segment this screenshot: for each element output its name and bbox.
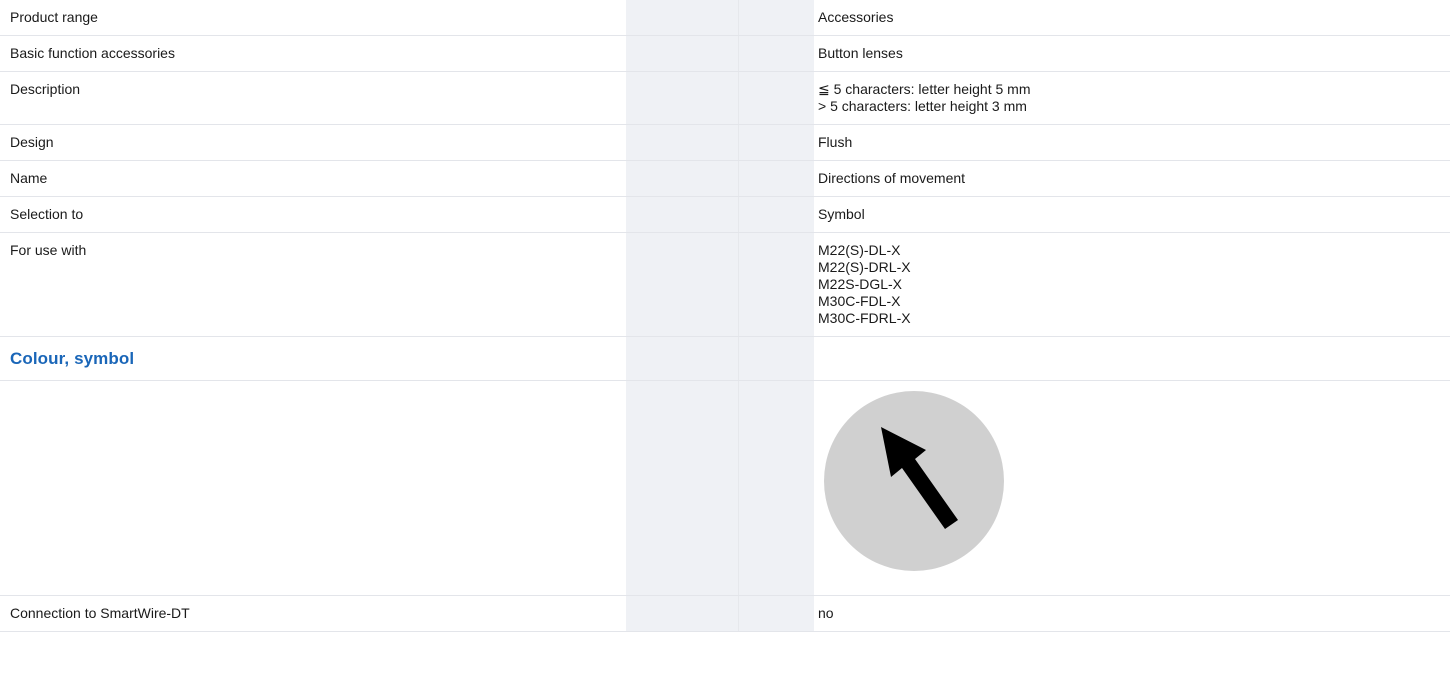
table-row: Name Directions of movement [0,161,1450,197]
symbol-cell [814,381,1450,595]
section-header-row: Colour, symbol [0,337,1450,381]
table-row: For use with M22(S)-DL-X M22(S)-DRL-X M2… [0,233,1450,337]
row-label: For use with [10,242,87,258]
row-value: Flush [814,125,1450,160]
table-row: Connection to SmartWire-DT no [0,596,1450,632]
value-line: Flush [818,134,853,150]
row-label: Basic function accessories [10,45,175,61]
spacer-column [626,233,738,336]
spacer-column [626,381,738,595]
table-row: Basic function accessories Button lenses [0,36,1450,72]
row-label: Product range [10,9,98,25]
spacer-column [626,0,738,35]
table-row: Product range Accessories [0,0,1450,36]
symbol-image [814,381,1450,595]
spacer-column [738,233,814,336]
value-line: ≦ 5 characters: letter height 5 mm [818,81,1031,97]
symbol-row [0,381,1450,596]
spacer-column [626,125,738,160]
spacer-column [626,197,738,232]
value-line: Symbol [818,206,865,222]
spacer-column [738,197,814,232]
value-line: Button lenses [818,45,903,61]
row-value: Symbol [814,197,1450,232]
section-title: Colour, symbol [10,349,135,368]
value-line: M22S-DGL-X [818,276,903,292]
row-label: Selection to [10,206,84,222]
spacer-column [738,381,814,595]
row-label: Connection to SmartWire-DT [10,605,190,621]
table-row: Design Flush [0,125,1450,161]
spacer-column [738,125,814,160]
row-value: M22(S)-DL-X M22(S)-DRL-X M22S-DGL-X M30C… [814,233,1450,336]
value-line: > 5 characters: letter height 3 mm [818,98,1027,114]
spacer-column [738,161,814,196]
spacer-column [738,72,814,124]
value-line: M30C-FDRL-X [818,310,911,326]
row-value: Directions of movement [814,161,1450,196]
row-label: Name [10,170,48,186]
spec-table: Product range Accessories Basic function… [0,0,1450,632]
row-label: Description [10,81,81,97]
spacer-column [626,72,738,124]
spacer-column [626,596,738,631]
value-line: Directions of movement [818,170,966,186]
spacer-column [626,337,738,380]
spacer-column [626,36,738,71]
spacer-column [738,36,814,71]
table-row: Selection to Symbol [0,197,1450,233]
value-line: no [818,605,834,621]
value-line: Accessories [818,9,894,25]
section-title-cell: Colour, symbol [0,337,626,380]
arrow-up-left-icon [824,391,1004,571]
spacer-column [738,337,814,380]
row-value: no [814,596,1450,631]
row-label [0,381,626,595]
row-value: Button lenses [814,36,1450,71]
value-line: M22(S)-DRL-X [818,259,911,275]
spacer-column [738,0,814,35]
row-value: ≦ 5 characters: letter height 5 mm > 5 c… [814,72,1450,124]
value-line: M22(S)-DL-X [818,242,901,258]
spacer-column [626,161,738,196]
value-line: M30C-FDL-X [818,293,901,309]
table-row: Description ≦ 5 characters: letter heigh… [0,72,1450,125]
row-label: Design [10,134,54,150]
row-value: Accessories [814,0,1450,35]
row-value [814,337,1450,380]
spacer-column [738,596,814,631]
